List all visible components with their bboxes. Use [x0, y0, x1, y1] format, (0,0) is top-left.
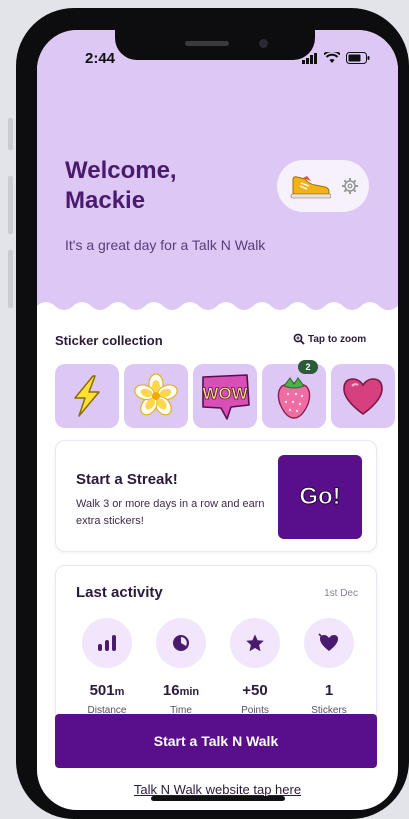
stat-stickers-number: 1	[324, 682, 334, 699]
status-time: 2:44	[85, 50, 116, 67]
lightning-icon	[74, 375, 100, 417]
stat-time-badge	[156, 618, 206, 668]
user-name: Mackie	[65, 187, 146, 214]
stat-time-value: 16min	[163, 682, 199, 699]
streak-title: Start a Streak!	[76, 471, 178, 488]
tap-to-zoom-label: Tap to zoom	[308, 333, 367, 345]
stat-points-badge	[230, 618, 280, 668]
stat-stickers-badge	[304, 618, 354, 668]
tap-to-zoom-link[interactable]: Tap to zoom	[293, 333, 366, 345]
stat-time: 16min Time	[146, 618, 216, 716]
volume-down-button	[8, 250, 13, 308]
gear-icon[interactable]	[341, 177, 359, 195]
profile-pill[interactable]	[277, 160, 369, 212]
flower-icon	[134, 373, 178, 416]
go-button[interactable]: Go!	[278, 455, 362, 539]
tagline: It's a great day for a Talk N Walk	[65, 237, 266, 253]
stat-distance: 501m Distance	[72, 618, 142, 716]
wow-text: WOW	[202, 384, 248, 403]
sticker-count-badge: 2	[298, 360, 318, 374]
website-link[interactable]: Talk N Walk website tap here	[37, 782, 398, 797]
stat-distance-number: 501	[89, 682, 115, 699]
streak-description: Walk 3 or more days in a row and earn ex…	[76, 498, 265, 527]
magnifier-icon	[293, 333, 305, 345]
last-activity-card: Last activity 1st Dec 501m Distance 16mi…	[55, 565, 377, 725]
battery-icon	[346, 52, 370, 64]
greeting-text: Welcome,	[65, 157, 177, 184]
notch	[115, 30, 315, 60]
sticker-row: WOW 2	[55, 360, 395, 428]
welcome-heading: Welcome, Mackie	[65, 156, 245, 216]
app-screen: 2:44 Welcome, Mackie It's a great day fo…	[37, 30, 398, 810]
timer-icon	[173, 635, 189, 651]
sticker-flower[interactable]	[124, 364, 188, 428]
wow-speech-icon: WOW	[202, 374, 250, 420]
stat-stickers: 1 Stickers	[294, 618, 364, 716]
stat-points-number: +50	[242, 682, 268, 699]
stat-points: +50 Points	[220, 618, 290, 716]
status-icons	[302, 52, 370, 64]
stat-points-value: +50	[242, 682, 267, 699]
front-camera	[259, 39, 268, 48]
stat-time-unit: min	[179, 686, 200, 698]
stat-time-number: 16	[162, 682, 180, 699]
last-activity-title: Last activity	[76, 584, 163, 601]
sticker-lightning[interactable]	[55, 364, 119, 428]
volume-up-button	[8, 176, 13, 234]
last-activity-date: 1st Dec	[324, 588, 358, 599]
wifi-icon	[324, 52, 340, 63]
sticker-wow[interactable]: WOW	[193, 364, 257, 428]
heart-tag-icon	[318, 633, 338, 651]
stat-distance-unit: m	[114, 686, 125, 698]
start-talk-n-walk-button[interactable]: Start a Talk N Walk	[55, 714, 377, 768]
sneaker-icon	[290, 176, 331, 199]
streak-card: Start a Streak! Walk 3 or more days in a…	[55, 440, 377, 552]
heart-icon	[343, 378, 383, 415]
stat-distance-value: 501m	[90, 682, 125, 699]
sticker-heart[interactable]	[331, 364, 395, 428]
stat-distance-badge	[82, 618, 132, 668]
star-icon	[246, 634, 264, 652]
wavy-divider	[37, 302, 398, 316]
home-indicator[interactable]	[151, 796, 285, 801]
speaker-grille	[185, 41, 229, 46]
go-button-label: Go!	[299, 483, 341, 511]
mute-switch	[8, 118, 13, 150]
strawberry-icon	[277, 377, 311, 419]
bars-icon	[98, 635, 116, 651]
sticker-strawberry[interactable]: 2	[262, 360, 326, 428]
sticker-collection-title: Sticker collection	[55, 333, 163, 348]
stat-stickers-value: 1	[325, 682, 333, 699]
